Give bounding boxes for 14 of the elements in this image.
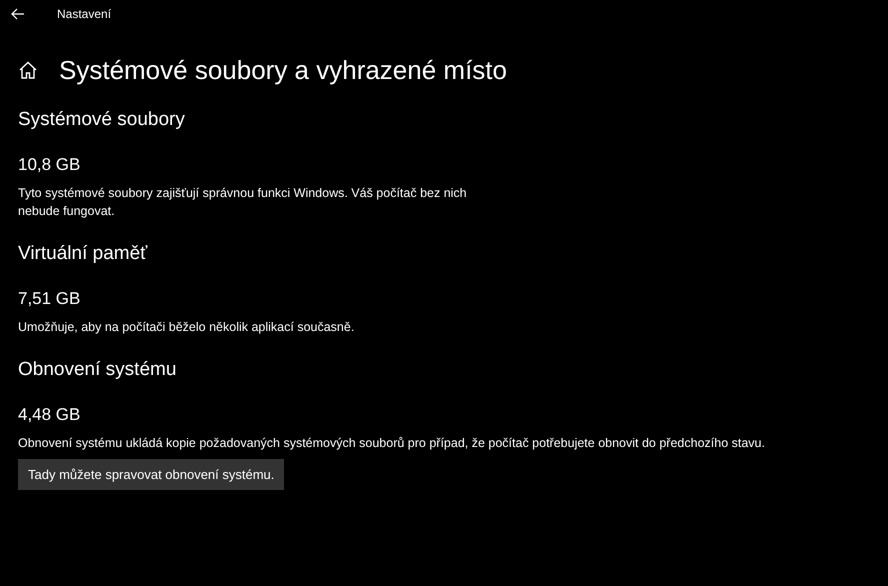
section-description: Umožňuje, aby na počítači běželo několik aplikací současně. — [18, 319, 356, 336]
manage-restore-button[interactable]: Tady můžete spravovat obnovení systému. — [18, 459, 284, 490]
back-arrow-icon — [11, 8, 25, 20]
window-title: Nastavení — [57, 6, 112, 23]
page-title: Systémové soubory a vyhrazené místo — [59, 54, 507, 86]
size-value: 10,8 GB — [18, 154, 82, 176]
size-value: 4,48 GB — [18, 404, 82, 426]
size-value: 7,51 GB — [18, 288, 82, 310]
section-description: Tyto systémové soubory zajišťují správnou funkci Windows. Váš počítač bez nich nebude fungovat. — [18, 185, 468, 220]
section-heading: Systémové soubory — [18, 108, 186, 132]
section-description: Obnovení systému ukládá kopie požadovaných systémových souborů pro případ, že počítač potřebujete obnovit do předchozího stavu. — [18, 435, 766, 452]
section-heading: Obnovení systému — [18, 358, 178, 382]
home-icon — [18, 61, 38, 79]
section-heading: Virtuální paměť — [18, 242, 148, 266]
